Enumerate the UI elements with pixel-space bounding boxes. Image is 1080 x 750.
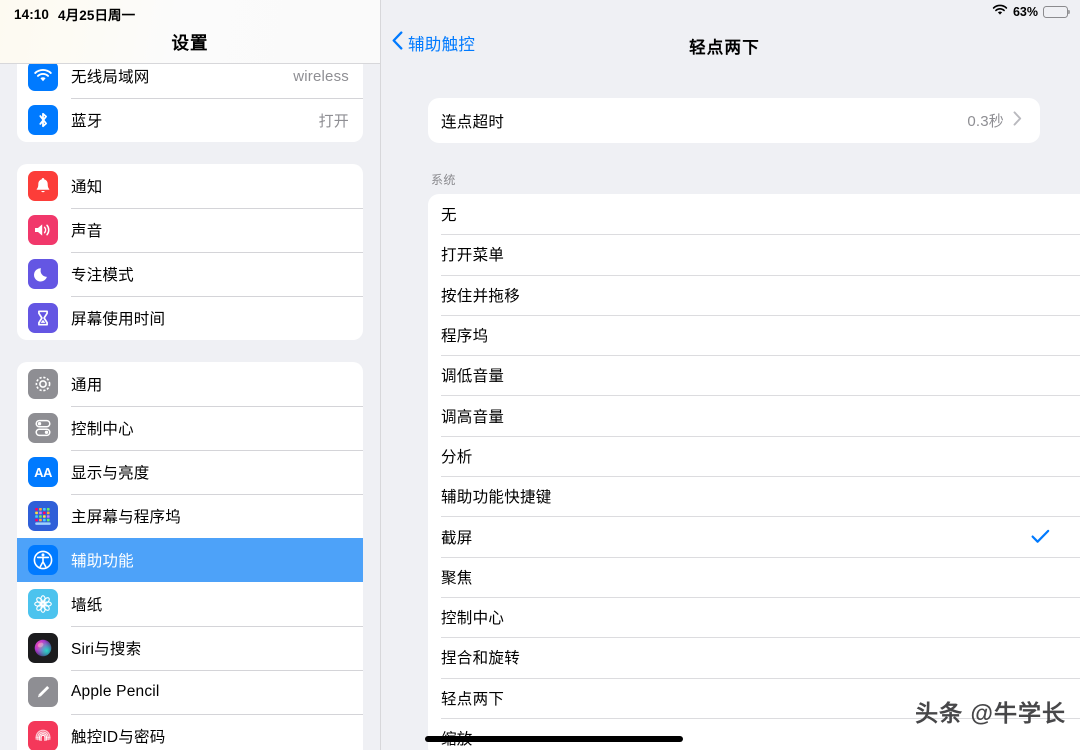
sidebar-item-专注模式[interactable]: 专注模式 bbox=[17, 252, 363, 296]
sidebar-item-value: wireless bbox=[293, 67, 349, 85]
option-row-无[interactable]: 无 bbox=[428, 194, 1080, 234]
option-row-调高音量[interactable]: 调高音量 bbox=[428, 395, 1080, 435]
option-label: 分析 bbox=[441, 448, 473, 466]
ipad-settings-screen: 设置 无线局域网 wireless 蓝牙 打开通知声音专注模式屏幕使用时间 通用控制中心… bbox=[0, 0, 1080, 750]
option-row-聚焦[interactable]: 聚焦 bbox=[428, 556, 1080, 597]
option-row-程序坞[interactable]: 程序坞 bbox=[428, 314, 1080, 355]
hourglass-icon bbox=[28, 303, 58, 333]
detail-navigation-bar: 辅助触控 轻点两下 bbox=[381, 26, 1080, 64]
sidebar-item-蓝牙[interactable]: 蓝牙 打开 bbox=[17, 98, 363, 142]
checkmark-icon bbox=[1031, 529, 1050, 544]
sidebar-item-墙纸[interactable]: 墙纸 bbox=[17, 582, 363, 626]
sidebar-item-label: 通用 bbox=[71, 377, 103, 394]
option-row-辅助功能快捷键[interactable]: 辅助功能快捷键 bbox=[428, 476, 1080, 516]
speaker-icon bbox=[28, 215, 58, 245]
sidebar-item-label: 声音 bbox=[71, 223, 103, 240]
option-label: 打开菜单 bbox=[441, 247, 505, 265]
sidebar-item-显示与亮度[interactable]: AA 显示与亮度 bbox=[17, 450, 363, 494]
option-label: 轻点两下 bbox=[441, 690, 505, 708]
option-label: 辅助功能快捷键 bbox=[441, 489, 552, 507]
sidebar-item-label: 屏幕使用时间 bbox=[71, 311, 166, 328]
option-label: 无 bbox=[441, 207, 457, 225]
home-indicator bbox=[425, 736, 683, 742]
sidebar-item-声音[interactable]: 声音 bbox=[17, 208, 363, 252]
sidebar-group: 通知声音专注模式屏幕使用时间 bbox=[17, 164, 363, 340]
row-label: 连点超时 bbox=[441, 113, 505, 131]
sidebar-item-label: 专注模式 bbox=[71, 267, 134, 284]
option-label: 聚焦 bbox=[441, 569, 473, 587]
sidebar-item-label: Apple Pencil bbox=[71, 683, 160, 700]
sidebar-item-控制中心[interactable]: 控制中心 bbox=[17, 406, 363, 450]
option-row-调低音量[interactable]: 调低音量 bbox=[428, 355, 1080, 395]
sidebar-item-value: 打开 bbox=[318, 112, 349, 130]
detail-scroll-area[interactable]: 连点超时 0.3秒系统无打开菜单按住并拖移程序坞调低音量调高音量分析辅助功能快捷键… bbox=[381, 64, 1080, 750]
sidebar-item-通知[interactable]: 通知 bbox=[17, 164, 363, 208]
chevron-right-icon bbox=[1013, 110, 1022, 131]
sidebar-item-label: Siri与搜索 bbox=[71, 641, 142, 658]
sidebar-item-辅助功能[interactable]: 辅助功能 bbox=[17, 538, 363, 582]
sidebar-item-label: 触控ID与密码 bbox=[71, 729, 166, 746]
option-row-截屏[interactable]: 截屏 bbox=[428, 516, 1080, 556]
settings-sidebar: 设置 无线局域网 wireless 蓝牙 打开通知声音专注模式屏幕使用时间 通用控制中心… bbox=[0, 0, 380, 750]
sidebar-scroll-area[interactable]: 无线局域网 wireless 蓝牙 打开通知声音专注模式屏幕使用时间 通用控制中心 AA 显… bbox=[0, 54, 380, 750]
page-title: 设置 bbox=[171, 33, 209, 53]
option-label: 控制中心 bbox=[441, 610, 505, 628]
bluetooth-icon bbox=[28, 105, 58, 135]
sidebar-item-label: 辅助功能 bbox=[71, 553, 134, 570]
wifi-icon bbox=[28, 61, 58, 91]
sidebar-item-label: 无线局域网 bbox=[71, 69, 150, 86]
option-label: 调高音量 bbox=[441, 408, 505, 426]
sidebar-item-label: 通知 bbox=[71, 179, 103, 196]
row-accessory-group: 0.3秒 bbox=[967, 110, 1022, 131]
homescreen-grid-icon bbox=[28, 501, 58, 531]
pencil-icon bbox=[28, 677, 58, 707]
sidebar-item-Apple-Pencil[interactable]: Apple Pencil bbox=[17, 670, 363, 714]
sidebar-item-屏幕使用时间[interactable]: 屏幕使用时间 bbox=[17, 296, 363, 340]
option-label: 按住并拖移 bbox=[441, 287, 521, 305]
aa-text-icon: AA bbox=[28, 457, 58, 487]
wallpaper-flower-icon bbox=[28, 589, 58, 619]
detail-panel: 辅助触控 轻点两下 连点超时 0.3秒系统无打开菜单按住并拖移程序坞调低音量调高音… bbox=[380, 0, 1080, 750]
option-row-控制中心[interactable]: 控制中心 bbox=[428, 596, 1080, 637]
option-row-分析[interactable]: 分析 bbox=[428, 435, 1080, 476]
sidebar-item-label: 主屏幕与程序坞 bbox=[71, 509, 181, 526]
sidebar-item-通用[interactable]: 通用 bbox=[17, 362, 363, 406]
gear-icon bbox=[28, 369, 58, 399]
sidebar-item-label: 显示与亮度 bbox=[71, 465, 150, 482]
settings-row-连点超时[interactable]: 连点超时 0.3秒 bbox=[428, 98, 1040, 143]
fingerprint-icon bbox=[28, 721, 58, 750]
sidebar-item-label: 控制中心 bbox=[71, 421, 134, 438]
option-row-按住并拖移[interactable]: 按住并拖移 bbox=[428, 274, 1080, 315]
system-actions-card: 无打开菜单按住并拖移程序坞调低音量调高音量分析辅助功能快捷键 截屏聚焦控制中心捏合… bbox=[428, 194, 1080, 750]
sidebar-item-label: 蓝牙 bbox=[71, 113, 103, 130]
siri-orb-icon bbox=[28, 633, 58, 663]
watermark: 头条 @牛学长 bbox=[915, 700, 1066, 726]
sidebar-item-主屏幕与程序坞[interactable]: 主屏幕与程序坞 bbox=[17, 494, 363, 538]
switches-icon bbox=[28, 413, 58, 443]
section-header-system: 系统 bbox=[431, 173, 456, 187]
option-row-捏合和旋转[interactable]: 捏合和旋转 bbox=[428, 637, 1080, 677]
moon-icon bbox=[28, 259, 58, 289]
option-row-打开菜单[interactable]: 打开菜单 bbox=[428, 234, 1080, 274]
row-value: 0.3秒 bbox=[967, 113, 1004, 130]
option-label: 捏合和旋转 bbox=[441, 650, 521, 668]
sidebar-group: 无线局域网 wireless 蓝牙 打开 bbox=[17, 54, 363, 142]
bell-icon bbox=[28, 171, 58, 201]
sidebar-item-触控ID与密码[interactable]: 触控ID与密码 bbox=[17, 714, 363, 750]
sidebar-item-Siri与搜索[interactable]: Siri与搜索 bbox=[17, 626, 363, 670]
option-label: 截屏 bbox=[441, 529, 473, 547]
sidebar-header: 设置 bbox=[0, 0, 380, 64]
option-label: 调低音量 bbox=[441, 368, 505, 386]
accessibility-icon bbox=[28, 545, 58, 575]
sidebar-item-label: 墙纸 bbox=[71, 597, 103, 614]
timeout-card: 连点超时 0.3秒 bbox=[428, 98, 1040, 143]
sidebar-group: 通用控制中心 AA 显示与亮度主屏幕与程序坞 辅助功能墙纸 Siri与搜索 Apple P… bbox=[17, 362, 363, 750]
detail-title: 轻点两下 bbox=[689, 39, 760, 57]
option-label: 程序坞 bbox=[441, 328, 489, 346]
